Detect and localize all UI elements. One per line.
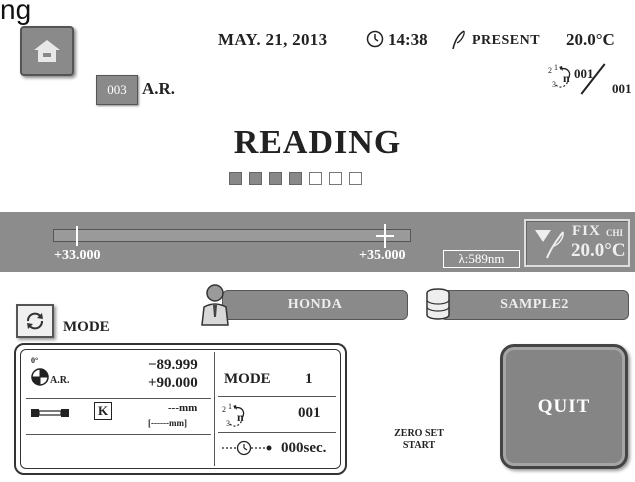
fix-sub-label: CHI — [606, 228, 624, 238]
thermometer-icon — [452, 30, 465, 50]
status-title: READING — [233, 124, 402, 161]
reading-progress — [229, 172, 362, 185]
wavelength-display: λ:589nm — [443, 250, 520, 268]
panel-ar-label: A.R. — [50, 375, 70, 386]
svg-text:n: n — [237, 410, 244, 424]
length-value: ---mm — [168, 402, 198, 414]
panel-count-value: 001 — [298, 405, 321, 421]
fix-temperature-icon — [535, 230, 564, 259]
svg-text:n: n — [563, 71, 570, 85]
database-icon — [426, 288, 450, 320]
panel-row-line — [218, 396, 336, 397]
home-button[interactable] — [20, 26, 74, 76]
repeat-count-icon: 2 1 3 n — [222, 402, 245, 428]
time-display: 14:38 — [388, 30, 428, 49]
progress-step — [309, 172, 322, 185]
home-icon — [34, 40, 60, 62]
date-display: MAY. 21, 2013 — [218, 30, 328, 49]
panel-divider — [214, 352, 215, 466]
svg-text:2: 2 — [548, 66, 552, 75]
quit-button[interactable]: QUIT — [500, 344, 628, 469]
k-indicator: K — [94, 402, 112, 420]
count-denominator: 001 — [612, 81, 632, 96]
panel-row-line — [26, 434, 211, 435]
scale-end-marker-h — [376, 235, 394, 237]
angle-zero-label: 0° — [31, 356, 39, 365]
progress-step — [329, 172, 342, 185]
progress-step — [229, 172, 242, 185]
svg-text:1: 1 — [228, 402, 232, 411]
zero-set-label: ZERO SET — [394, 428, 444, 439]
refresh-icon — [27, 312, 43, 330]
mode-label: MODE — [63, 319, 110, 335]
svg-text:1: 1 — [554, 63, 558, 72]
ar-label: A.R. — [142, 79, 176, 98]
mode-button[interactable] — [16, 304, 54, 338]
angle-value-2: +90.000 — [148, 375, 198, 391]
scale-right-value: +35.000 — [359, 248, 406, 263]
cropped-heading: ng — [0, 0, 32, 25]
panel-row-line — [218, 432, 336, 433]
progress-step — [269, 172, 282, 185]
operator-button[interactable]: HONDA — [222, 290, 408, 320]
panel-mode-value: 1 — [305, 371, 313, 387]
repeat-count-icon: 2 1 3 n — [548, 63, 571, 89]
svg-text:2: 2 — [222, 405, 226, 414]
panel-mode-label: MODE — [224, 371, 271, 387]
progress-step — [249, 172, 262, 185]
zero-set-start-button[interactable]: ZERO SET START — [384, 428, 454, 452]
panel-row-line — [26, 398, 211, 399]
panel-time-value: 000sec. — [281, 440, 327, 456]
svg-text:3: 3 — [552, 80, 556, 89]
scale-left-value: +33.000 — [54, 248, 101, 263]
zero-set-start-label: START — [402, 440, 436, 451]
progress-step — [289, 172, 302, 185]
clock-icon — [366, 30, 384, 48]
operator-icon — [201, 284, 229, 326]
angle-icon — [31, 368, 49, 386]
angle-value-1: −89.999 — [148, 357, 198, 373]
ar-code-badge[interactable]: 003 — [96, 75, 138, 105]
length-range: [------mm] — [148, 418, 187, 428]
scale-start-marker — [76, 226, 78, 246]
fix-label: FIX — [572, 223, 601, 239]
tube-icon — [31, 409, 69, 417]
fix-temperature: 20.0°C — [571, 240, 626, 261]
sample-button[interactable]: SAMPLE2 — [440, 290, 629, 320]
temperature-display: 20.0°C — [566, 30, 615, 49]
svg-text:3: 3 — [226, 419, 230, 428]
scale-fill — [54, 230, 410, 241]
timer-icon — [222, 440, 272, 456]
progress-step — [349, 172, 362, 185]
present-label: PRESENT — [472, 33, 541, 48]
